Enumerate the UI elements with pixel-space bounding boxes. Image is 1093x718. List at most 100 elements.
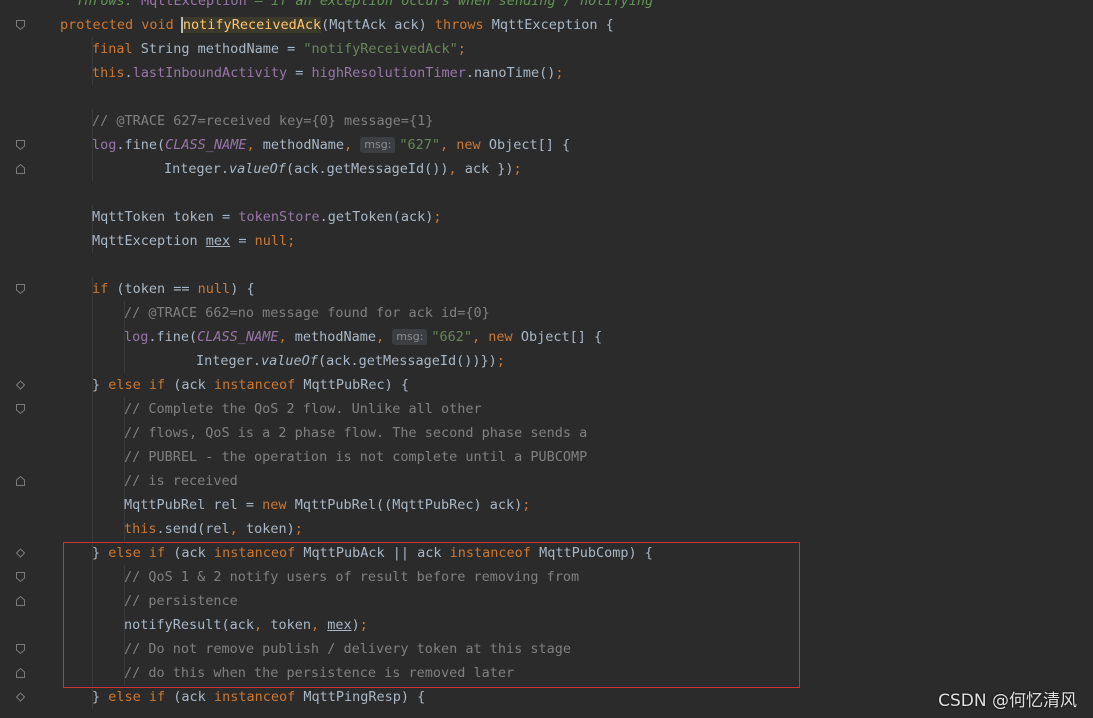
code-token: Object[] { bbox=[520, 329, 603, 345]
code-line[interactable]: if (token == null) { bbox=[0, 277, 1093, 301]
code-line-text: // Do not remove publish / delivery toke… bbox=[124, 637, 571, 661]
fold-marker-icon[interactable] bbox=[16, 476, 25, 486]
code-token: Throws: bbox=[76, 0, 142, 9]
code-line[interactable]: log.fine(CLASS_NAME, methodName, msg: "62… bbox=[0, 133, 1093, 157]
code-line[interactable]: // PUBREL - the operation is not complet… bbox=[0, 445, 1093, 469]
code-token: final bbox=[92, 41, 141, 57]
code-line[interactable]: this.send(rel, token); bbox=[0, 517, 1093, 541]
code-line[interactable] bbox=[0, 253, 1093, 277]
code-area[interactable]: Throws: MqttException – if an exception … bbox=[0, 0, 1093, 709]
fold-marker-icon[interactable] bbox=[16, 284, 25, 294]
code-token: MqttPubRel rel = bbox=[124, 497, 263, 513]
code-line[interactable]: Throws: MqttException – if an exception … bbox=[0, 0, 1093, 13]
code-line-text: log.fine(CLASS_NAME, methodName, msg: "66… bbox=[124, 325, 602, 349]
code-token: . bbox=[124, 65, 133, 81]
fold-marker-icon[interactable] bbox=[16, 692, 25, 702]
code-line[interactable]: final String methodName = "notifyReceive… bbox=[0, 37, 1093, 61]
code-token: ; bbox=[513, 161, 522, 177]
code-token: .fine( bbox=[116, 137, 166, 153]
indent-guide bbox=[92, 517, 93, 541]
code-line[interactable]: // @TRACE 662=no message found for ack i… bbox=[0, 301, 1093, 325]
fold-marker-icon[interactable] bbox=[16, 644, 25, 654]
code-token: – if an exception occurs when sending / … bbox=[246, 0, 654, 9]
code-line-text: log.fine(CLASS_NAME, methodName, msg: "62… bbox=[92, 133, 570, 157]
code-line-text: notifyResult(ack, token, mex); bbox=[124, 613, 368, 637]
code-line[interactable]: } else if (ack instanceof MqttPubRec) { bbox=[0, 373, 1093, 397]
code-token: } bbox=[92, 377, 109, 393]
code-line-text: this.lastInboundActivity = highResolutio… bbox=[92, 61, 563, 85]
code-token: // @TRACE 662=no message found for ack i… bbox=[124, 305, 490, 321]
code-line[interactable]: Integer.valueOf(ack.getMessageId())}); bbox=[0, 349, 1093, 373]
code-line[interactable]: MqttPubRel rel = new MqttPubRel((MqttPub… bbox=[0, 493, 1093, 517]
code-line[interactable] bbox=[0, 85, 1093, 109]
code-token: = bbox=[287, 65, 312, 81]
fold-marker-icon[interactable] bbox=[16, 20, 25, 30]
indent-guide bbox=[92, 493, 93, 517]
code-line[interactable]: this.lastInboundActivity = highResolutio… bbox=[0, 61, 1093, 85]
code-token: (ack.getMessageId())}) bbox=[317, 353, 497, 369]
code-line-text: // persistence bbox=[124, 589, 238, 613]
code-token: this bbox=[92, 65, 125, 81]
code-token: (ack bbox=[173, 377, 214, 393]
code-line[interactable]: // do this when the persistence is remov… bbox=[0, 661, 1093, 685]
indent-guide bbox=[92, 349, 93, 373]
code-line[interactable]: // QoS 1 & 2 notify users of result befo… bbox=[0, 565, 1093, 589]
indent-guide bbox=[92, 469, 93, 493]
code-line[interactable]: // flows, QoS is a 2 phase flow. The sec… bbox=[0, 421, 1093, 445]
code-line[interactable]: Integer.valueOf(ack.getMessageId()), ack… bbox=[0, 157, 1093, 181]
code-token: else if bbox=[108, 689, 174, 705]
fold-marker-icon[interactable] bbox=[16, 548, 25, 558]
fold-marker-icon[interactable] bbox=[16, 380, 25, 390]
indent-guide bbox=[92, 565, 93, 589]
code-token: = bbox=[230, 233, 255, 249]
code-line-text: // QoS 1 & 2 notify users of result befo… bbox=[124, 565, 579, 589]
code-token: mex bbox=[327, 617, 352, 633]
code-line[interactable]: } else if (ack instanceof MqttPubAck || … bbox=[0, 541, 1093, 565]
code-line[interactable]: // persistence bbox=[0, 589, 1093, 613]
code-line[interactable]: // is received bbox=[0, 469, 1093, 493]
code-token: instanceof bbox=[213, 545, 304, 561]
code-token: token) bbox=[245, 521, 295, 537]
indent-guide bbox=[92, 301, 93, 325]
code-token: ) { bbox=[230, 281, 255, 297]
code-token: (ack bbox=[173, 545, 214, 561]
fold-marker-icon[interactable] bbox=[16, 596, 25, 606]
code-token: , bbox=[246, 137, 263, 153]
code-line[interactable] bbox=[0, 181, 1093, 205]
code-token: ; bbox=[359, 617, 368, 633]
code-line[interactable]: notifyResult(ack, token, mex); bbox=[0, 613, 1093, 637]
fold-marker-icon[interactable] bbox=[16, 404, 25, 414]
code-token: null; bbox=[254, 233, 296, 249]
code-token: // @TRACE 627=received key={0} message={… bbox=[92, 113, 434, 129]
code-token: null bbox=[197, 281, 231, 297]
code-line[interactable]: protected void notifyReceivedAck(MqttAck… bbox=[0, 13, 1093, 37]
code-token: } bbox=[92, 545, 109, 561]
code-editor[interactable]: Throws: MqttException – if an exception … bbox=[0, 0, 1093, 718]
fold-marker-icon[interactable] bbox=[16, 668, 25, 678]
code-token: else if bbox=[108, 545, 174, 561]
code-line[interactable]: log.fine(CLASS_NAME, methodName, msg: "66… bbox=[0, 325, 1093, 349]
code-token: instanceof bbox=[449, 545, 540, 561]
code-line-text: MqttException mex = null; bbox=[92, 229, 295, 253]
code-line[interactable]: } else if (ack instanceof MqttPingResp) … bbox=[0, 685, 1093, 709]
code-token: // Complete the QoS 2 flow. Unlike all o… bbox=[124, 401, 482, 417]
indent-guide bbox=[92, 589, 93, 613]
code-token: (ack.getMessageId()) bbox=[285, 161, 449, 177]
fold-marker-icon[interactable] bbox=[16, 140, 25, 150]
code-line-text: // Complete the QoS 2 flow. Unlike all o… bbox=[124, 397, 482, 421]
code-line[interactable]: // @TRACE 627=received key={0} message={… bbox=[0, 109, 1093, 133]
code-line[interactable]: MqttToken token = tokenStore.getToken(ac… bbox=[0, 205, 1093, 229]
code-line[interactable]: MqttException mex = null; bbox=[0, 229, 1093, 253]
code-line-text: Integer.valueOf(ack.getMessageId())}); bbox=[196, 349, 505, 373]
code-token: // PUBREL - the operation is not complet… bbox=[124, 449, 588, 465]
code-line-text: } else if (ack instanceof MqttPubAck || … bbox=[92, 541, 653, 565]
fold-marker-icon[interactable] bbox=[16, 572, 25, 582]
code-token: MqttException bbox=[92, 233, 206, 249]
code-token: tokenStore bbox=[238, 209, 320, 225]
code-line-text: protected void notifyReceivedAck(MqttAck… bbox=[60, 13, 614, 37]
code-line[interactable]: // Complete the QoS 2 flow. Unlike all o… bbox=[0, 397, 1093, 421]
code-token: new bbox=[262, 497, 295, 513]
code-line[interactable]: // Do not remove publish / delivery toke… bbox=[0, 637, 1093, 661]
code-line-text: Integer.valueOf(ack.getMessageId()), ack… bbox=[164, 157, 522, 181]
fold-marker-icon[interactable] bbox=[16, 164, 25, 174]
